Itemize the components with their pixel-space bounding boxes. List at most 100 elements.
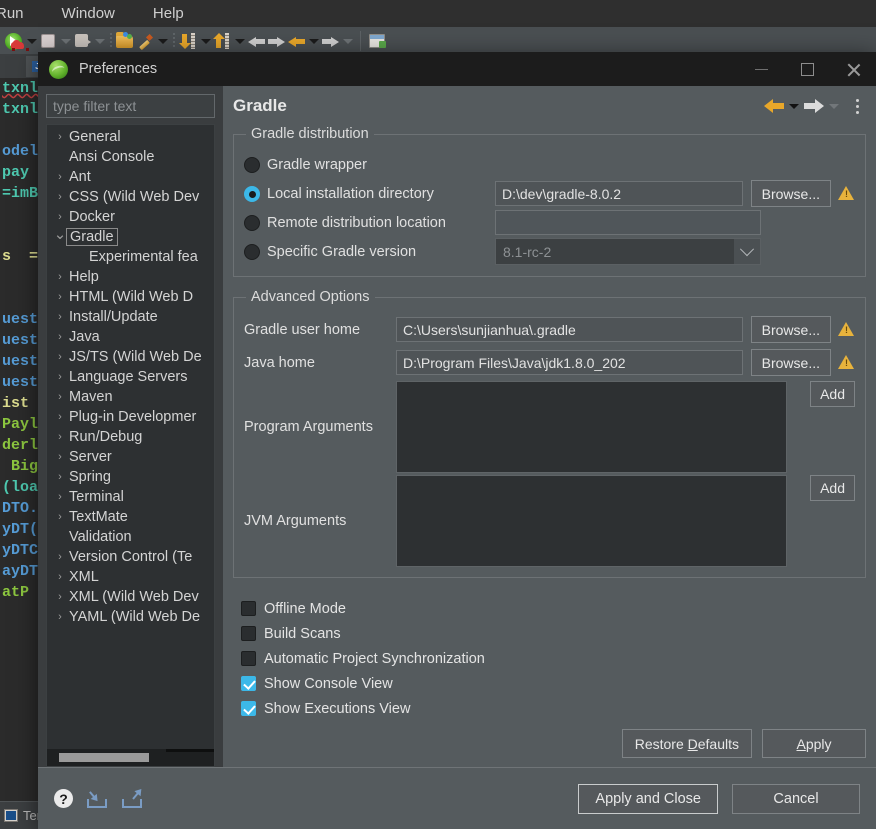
gradle-wrapper-row[interactable]: Gradle wrapper — [244, 150, 855, 179]
tree-horizontal-scrollbar[interactable] — [47, 749, 214, 766]
chevron-right-icon[interactable]: › — [53, 391, 67, 403]
chevron-right-icon[interactable]: › — [53, 551, 67, 563]
forward-navigation-icon[interactable] — [320, 31, 340, 51]
step-out-icon[interactable] — [212, 31, 232, 51]
filter-input[interactable]: type filter text — [46, 94, 215, 118]
tree-item-version-control-te[interactable]: › Version Control (Te — [47, 547, 214, 567]
prev-annotation-icon[interactable] — [246, 31, 266, 51]
chevron-right-icon[interactable]: › — [53, 611, 67, 623]
back-navigation-icon[interactable] — [286, 31, 306, 51]
specific-version-radio[interactable] — [244, 243, 260, 260]
page-menu-icon[interactable] — [850, 96, 866, 116]
tree-item-experimental-fea[interactable]: Experimental fea — [47, 247, 214, 267]
minimize-button[interactable] — [738, 52, 784, 86]
step-out-dropdown-icon[interactable] — [232, 31, 246, 51]
step-into-dropdown-icon[interactable] — [198, 31, 212, 51]
chevron-right-icon[interactable]: › — [53, 331, 67, 343]
menu-item-run[interactable]: Run — [0, 5, 43, 22]
tree-item-spring[interactable]: › Spring — [47, 467, 214, 487]
tree-item-html-wild-web-d[interactable]: › HTML (Wild Web D — [47, 287, 214, 307]
tree-item-run-debug[interactable]: › Run/Debug — [47, 427, 214, 447]
checkbox-checked-icon[interactable] — [241, 701, 256, 716]
tree-item-language-servers[interactable]: › Language Servers — [47, 367, 214, 387]
run-dropdown-icon[interactable] — [24, 31, 38, 51]
jvm-arguments-add-button[interactable]: Add — [810, 475, 855, 501]
tree-item-help[interactable]: › Help — [47, 267, 214, 287]
tree-item-terminal[interactable]: › Terminal — [47, 487, 214, 507]
apply-button[interactable]: Apply — [762, 729, 866, 758]
checkbox-row-show-executions-view[interactable]: Show Executions View — [241, 696, 866, 721]
tree-item-ant[interactable]: › Ant — [47, 167, 214, 187]
back-icon[interactable] — [764, 98, 784, 114]
chevron-right-icon[interactable]: › — [53, 171, 67, 183]
chevron-down-icon[interactable] — [734, 239, 760, 264]
remote-distribution-row[interactable]: Remote distribution location — [244, 208, 855, 237]
chevron-right-icon[interactable]: › — [53, 191, 67, 203]
tree-item-xml-wild-web-dev[interactable]: › XML (Wild Web Dev — [47, 587, 214, 607]
chevron-right-icon[interactable]: › — [53, 211, 67, 223]
specific-version-row[interactable]: Specific Gradle version 8.1-rc-2 — [244, 237, 855, 266]
stop-icon[interactable] — [38, 31, 58, 51]
tree-item-xml[interactable]: › XML — [47, 567, 214, 587]
tree-item-maven[interactable]: › Maven — [47, 387, 214, 407]
chevron-right-icon[interactable]: › — [53, 431, 67, 443]
tree-item-ansi-console[interactable]: Ansi Console — [47, 147, 214, 167]
program-arguments-textarea[interactable] — [396, 381, 787, 473]
checkbox-unchecked-icon[interactable] — [241, 601, 256, 616]
run-icon[interactable] — [4, 31, 29, 51]
edit-dropdown-icon[interactable] — [155, 31, 169, 51]
remote-distribution-input[interactable] — [495, 210, 761, 235]
checkbox-row-automatic-project-synchronization[interactable]: Automatic Project Synchronization — [241, 646, 866, 671]
local-installation-radio[interactable] — [244, 185, 260, 202]
chevron-right-icon[interactable]: › — [53, 491, 67, 503]
tree-item-install-update[interactable]: › Install/Update — [47, 307, 214, 327]
jvm-arguments-textarea[interactable] — [396, 475, 787, 567]
chevron-right-icon[interactable]: › — [53, 371, 67, 383]
tree-item-server[interactable]: › Server — [47, 447, 214, 467]
step-into-icon[interactable] — [178, 31, 198, 51]
java-home-browse-button[interactable]: Browse... — [750, 349, 831, 376]
chevron-right-icon[interactable]: › — [53, 511, 67, 523]
tree-item-gradle[interactable]: ⌄ Gradle — [47, 227, 214, 247]
tree-item-general[interactable]: › General — [47, 127, 214, 147]
chevron-right-icon[interactable]: › — [53, 291, 67, 303]
chevron-down-icon[interactable]: ⌄ — [53, 227, 67, 242]
restore-defaults-button[interactable]: Restore Defaults — [621, 729, 752, 758]
tree-item-java[interactable]: › Java — [47, 327, 214, 347]
chevron-right-icon[interactable]: › — [53, 571, 67, 583]
tree-item-validation[interactable]: Validation — [47, 527, 214, 547]
apply-and-close-button[interactable]: Apply and Close — [578, 783, 718, 814]
chevron-right-icon[interactable]: › — [53, 471, 67, 483]
back-dropdown-icon[interactable] — [306, 31, 320, 51]
checkbox-row-show-console-view[interactable]: Show Console View — [241, 671, 866, 696]
back-history-chevron-down-icon[interactable] — [786, 98, 802, 114]
tree-item-textmate[interactable]: › TextMate — [47, 507, 214, 527]
chevron-right-icon[interactable]: › — [53, 451, 67, 463]
export-icon[interactable] — [121, 789, 143, 808]
tree-item-js-ts-wild-web-de[interactable]: › JS/TS (Wild Web De — [47, 347, 214, 367]
scrollbar-thumb[interactable] — [59, 753, 149, 762]
checkbox-unchecked-icon[interactable] — [241, 651, 256, 666]
checkbox-checked-icon[interactable] — [241, 676, 256, 691]
local-installation-row[interactable]: Local installation directory D:\dev\grad… — [244, 179, 855, 208]
gradle-user-home-browse-button[interactable]: Browse... — [750, 316, 831, 343]
forward-icon[interactable] — [804, 98, 824, 114]
new-window-icon[interactable] — [367, 31, 387, 51]
edit-icon[interactable] — [135, 31, 155, 51]
local-installation-input[interactable]: D:\dev\gradle-8.0.2 — [495, 181, 743, 206]
program-arguments-add-button[interactable]: Add — [810, 381, 855, 407]
menu-item-help[interactable]: Help — [134, 5, 203, 22]
chevron-right-icon[interactable]: › — [53, 311, 67, 323]
chevron-right-icon[interactable]: › — [53, 131, 67, 143]
specific-version-combo[interactable]: 8.1-rc-2 — [495, 238, 761, 265]
tree-item-plug-in-developmer[interactable]: › Plug-in Developmer — [47, 407, 214, 427]
chevron-right-icon[interactable]: › — [53, 351, 67, 363]
import-icon[interactable] — [86, 789, 108, 808]
tree-item-css-wild-web-dev[interactable]: › CSS (Wild Web Dev — [47, 187, 214, 207]
java-home-input[interactable]: D:\Program Files\Java\jdk1.8.0_202 — [396, 350, 743, 375]
chevron-right-icon[interactable]: › — [53, 591, 67, 603]
checkbox-row-build-scans[interactable]: Build Scans — [241, 621, 866, 646]
preferences-tree[interactable]: › General Ansi Console › Ant › CSS (Wild Web D… — [46, 124, 215, 767]
open-resource-icon[interactable] — [115, 31, 135, 51]
disconnect-icon[interactable] — [72, 31, 92, 51]
